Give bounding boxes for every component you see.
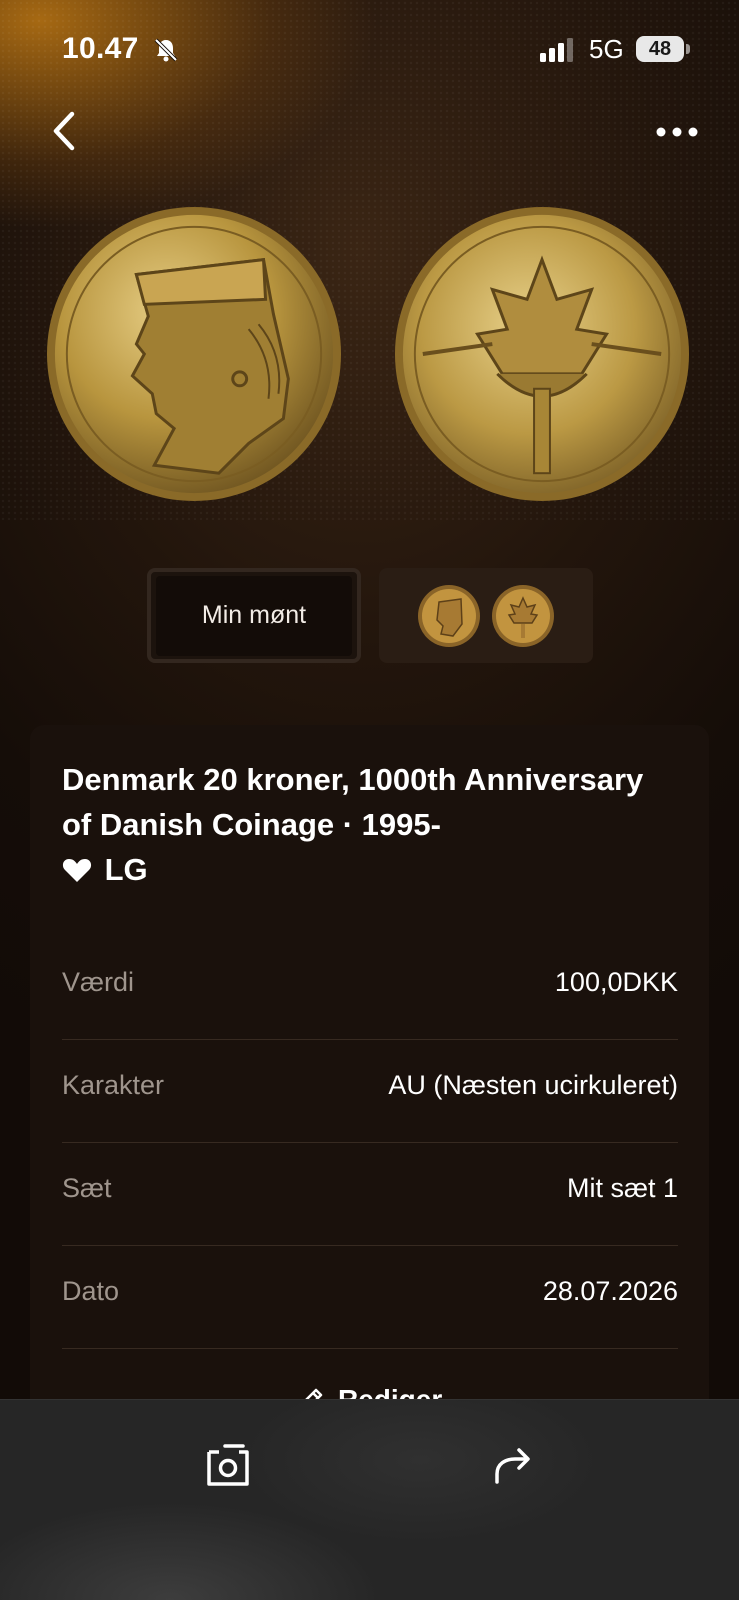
ellipsis-icon bbox=[656, 127, 698, 137]
signal-icon bbox=[540, 38, 573, 62]
tab-my-coin-inner: Min mønt bbox=[156, 575, 352, 656]
detail-row-grade: Karakter AU (Næsten ucirkuleret) bbox=[62, 1040, 678, 1143]
battery-tip bbox=[686, 44, 690, 54]
status-time: 10.47 bbox=[62, 32, 139, 65]
tab-reference-images[interactable] bbox=[379, 568, 593, 663]
battery-icon: 48 bbox=[636, 36, 684, 62]
chevron-left-icon bbox=[53, 111, 75, 151]
detail-label: Karakter bbox=[62, 1070, 165, 1100]
detail-row-value: Værdi 100,0DKK bbox=[62, 937, 678, 1040]
mini-coin-reverse bbox=[492, 584, 554, 647]
detail-value: Mit sæt 1 bbox=[566, 1173, 678, 1203]
bottom-toolbar bbox=[0, 1399, 739, 1600]
detail-value: 28.07.2026 bbox=[542, 1276, 678, 1306]
detail-label: Sæt bbox=[62, 1173, 112, 1203]
status-bar: 10.47 5G 48 bbox=[0, 0, 739, 100]
network-label: 5G bbox=[589, 34, 624, 64]
more-options-button[interactable] bbox=[652, 112, 702, 152]
bell-slash-icon bbox=[154, 38, 178, 62]
detail-value: 100,0DKK bbox=[554, 967, 678, 997]
tab-my-coin[interactable]: Min mønt bbox=[147, 568, 361, 663]
camera-frame-icon bbox=[207, 1444, 249, 1486]
coin-obverse-image[interactable] bbox=[45, 205, 343, 503]
coin-title-text: Denmark 20 kroner, 1000th Anniversary of… bbox=[62, 762, 644, 842]
detail-row-set: Sæt Mit sæt 1 bbox=[62, 1143, 678, 1246]
coin-reverse-image[interactable] bbox=[393, 205, 691, 503]
share-arrow-icon bbox=[495, 1448, 530, 1484]
heart-icon[interactable] bbox=[62, 857, 92, 883]
detail-label: Dato bbox=[62, 1276, 120, 1306]
add-photo-button[interactable] bbox=[205, 1442, 251, 1488]
detail-label: Værdi bbox=[62, 967, 135, 997]
detail-value: AU (Næsten ucirkuleret) bbox=[388, 1070, 678, 1100]
back-button[interactable] bbox=[44, 106, 84, 156]
coin-title: Denmark 20 kroner, 1000th Anniversary of… bbox=[62, 757, 662, 892]
detail-row-date: Dato 28.07.2026 bbox=[62, 1246, 678, 1349]
coin-title-suffix: LG bbox=[104, 852, 148, 887]
tab-my-coin-label: Min mønt bbox=[201, 601, 307, 629]
mini-coin-obverse bbox=[418, 584, 480, 647]
share-button[interactable] bbox=[491, 1444, 535, 1488]
